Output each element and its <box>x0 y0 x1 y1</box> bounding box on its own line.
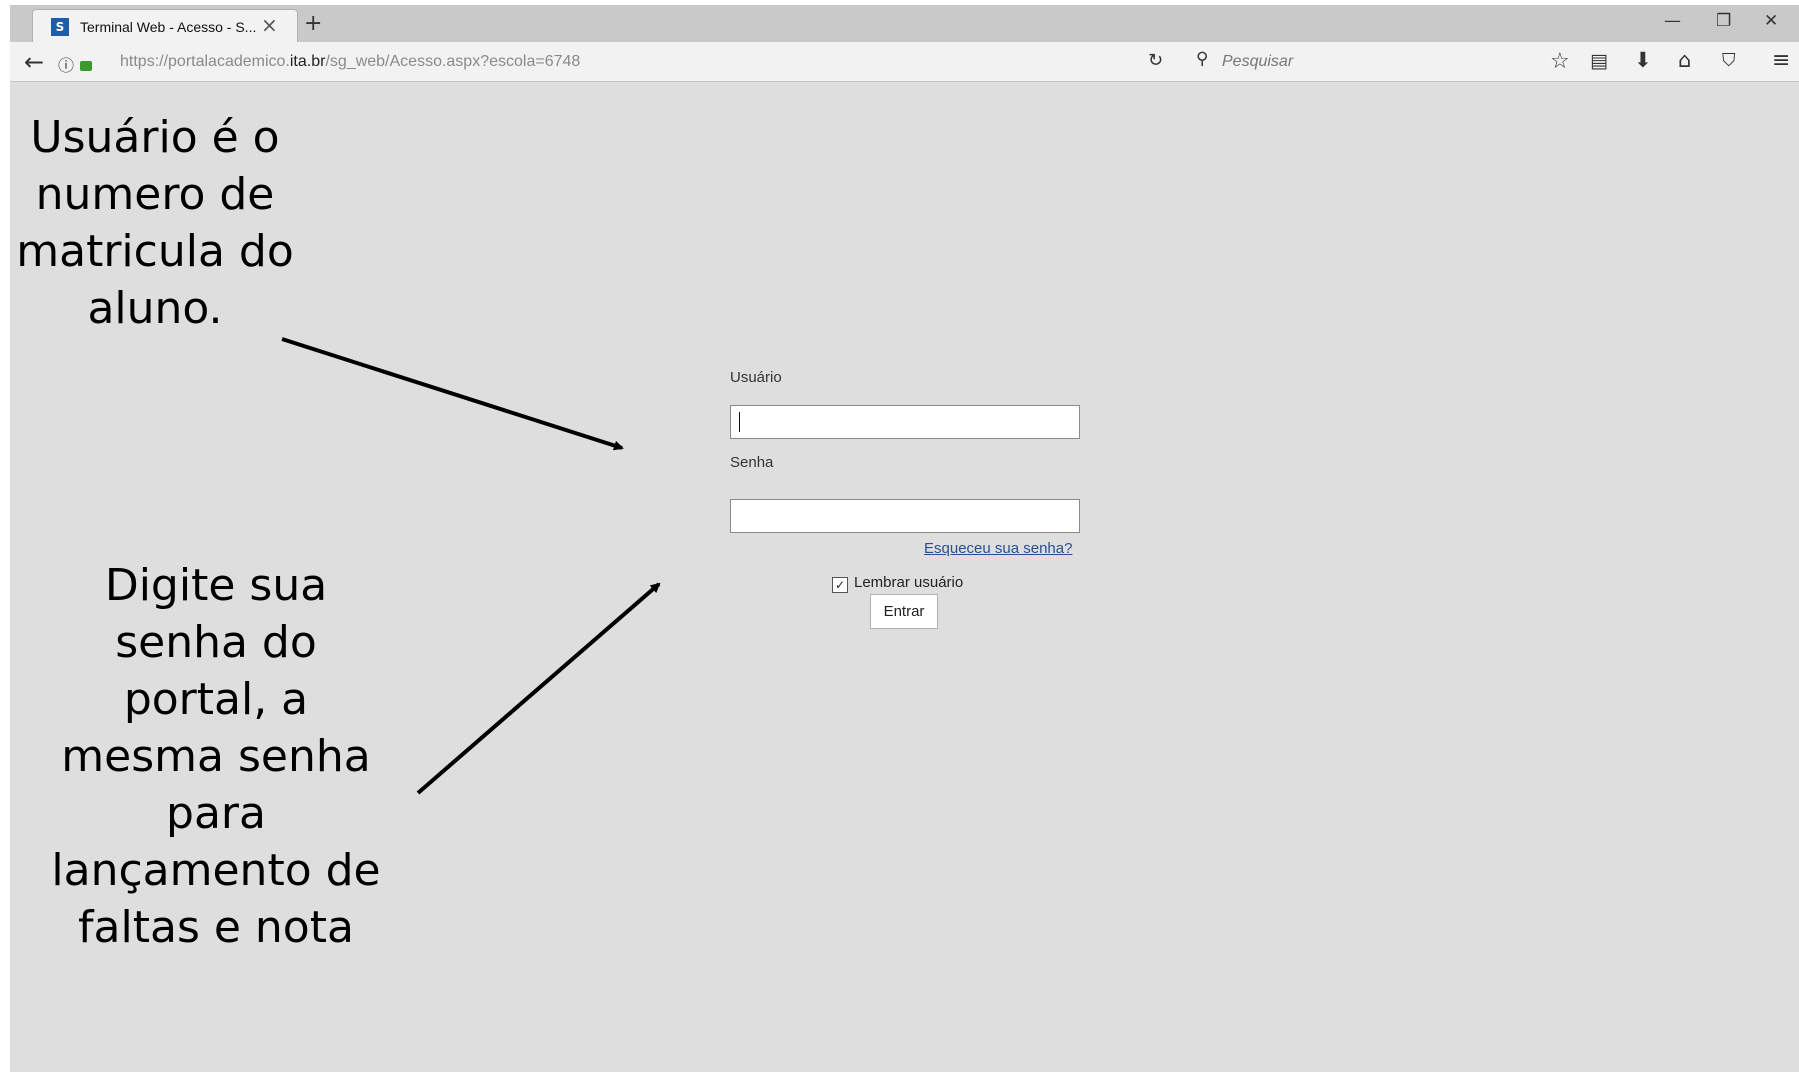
back-arrow-icon[interactable]: ← <box>24 48 44 76</box>
close-window-icon[interactable]: ✕ <box>1764 11 1778 31</box>
password-hint-line: mesma senha <box>61 731 371 782</box>
user-hint-line: numero de <box>35 169 275 220</box>
forgot-password-link[interactable]: Esqueceu sua senha? <box>924 540 1072 557</box>
home-icon[interactable]: ⌂ <box>1678 48 1691 72</box>
password-hint-line: lançamento de <box>51 845 381 896</box>
hamburger-menu-icon[interactable]: ≡ <box>1772 48 1790 73</box>
tab-strip: S Terminal Web - Acesso - S... × + — ❐ ✕ <box>10 5 1799 42</box>
password-hint-line: faltas e nota <box>78 902 354 953</box>
password-hint-line: para <box>166 788 266 839</box>
navigation-toolbar: ← ⓘ https://portalacademico.ita.br/sg_we… <box>10 42 1799 82</box>
search-icon: ⚲ <box>1196 49 1209 69</box>
login-page: Usuário Senha Esqueceu sua senha? ✓ Lemb… <box>10 83 1799 1072</box>
password-hint-line: portal, a <box>123 674 309 725</box>
password-label: Senha <box>730 454 774 471</box>
tab-title: Terminal Web - Acesso - S... <box>80 19 257 35</box>
reload-icon[interactable]: ↻ <box>1148 50 1163 71</box>
reader-icon[interactable]: ▤ <box>1590 50 1608 72</box>
user-hint-annotation: Usuário é o numero de matricula do aluno… <box>0 109 310 337</box>
remember-user-checkbox[interactable]: ✓ <box>832 577 848 593</box>
lock-icon <box>80 61 92 71</box>
password-hint-annotation: Digite sua senha do portal, a mesma senh… <box>34 557 398 956</box>
search-input[interactable]: Pesquisar <box>1222 53 1293 71</box>
pocket-icon[interactable]: ⛉ <box>1722 50 1736 71</box>
browser-window: S Terminal Web - Acesso - S... × + — ❐ ✕… <box>10 5 1799 1072</box>
star-icon[interactable]: ☆ <box>1550 49 1570 74</box>
site-favicon-icon: S <box>51 18 69 36</box>
user-hint-line: aluno. <box>87 283 223 334</box>
user-label: Usuário <box>730 369 782 386</box>
user-hint-line: matricula do <box>16 226 294 277</box>
browser-tab[interactable]: S Terminal Web - Acesso - S... × <box>32 9 298 42</box>
restore-icon[interactable]: ❐ <box>1716 11 1731 31</box>
minimize-icon[interactable]: — <box>1664 11 1681 31</box>
download-icon[interactable]: ⬇ <box>1634 48 1652 72</box>
password-input[interactable] <box>730 499 1080 533</box>
remember-user-label: Lembrar usuário <box>854 574 964 591</box>
username-input[interactable] <box>730 405 1080 439</box>
password-hint-line: senha do <box>115 617 317 668</box>
close-tab-icon[interactable]: × <box>261 13 278 37</box>
text-cursor <box>739 412 740 432</box>
password-hint-line: Digite sua <box>104 560 328 611</box>
user-hint-line: Usuário é o <box>30 112 280 163</box>
new-tab-icon[interactable]: + <box>304 11 322 36</box>
login-button[interactable]: Entrar <box>870 594 938 629</box>
url-bar[interactable]: https://portalacademico.ita.br/sg_web/Ac… <box>120 53 580 71</box>
info-icon[interactable]: ⓘ <box>58 52 74 76</box>
